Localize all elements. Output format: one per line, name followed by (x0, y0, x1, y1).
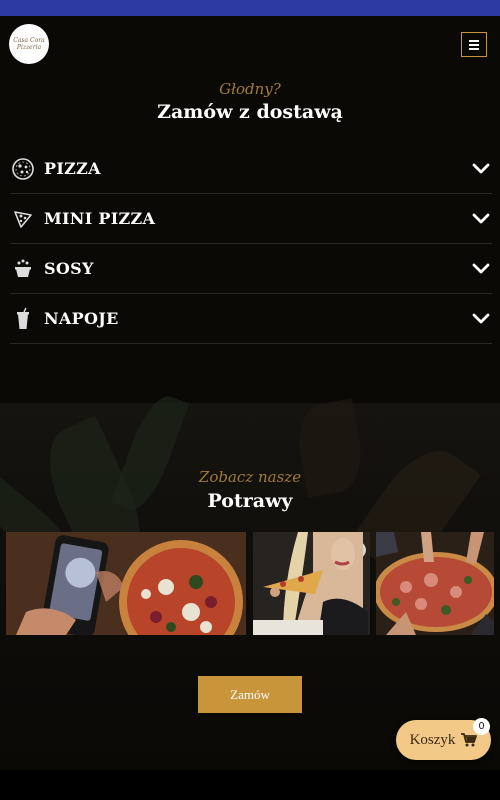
pizza-phone-photo[interactable] (6, 532, 246, 635)
hamburger-menu-button[interactable] (461, 32, 487, 57)
pizza-icon (10, 156, 36, 182)
pizza-sharing-photo[interactable] (376, 532, 494, 635)
order-kicker: Głodny? (219, 80, 281, 98)
chevron-down-icon[interactable] (472, 210, 490, 228)
category-label: NAPOJE (44, 309, 119, 328)
category-napoje[interactable]: NAPOJE (10, 294, 492, 344)
category-pizza[interactable]: PIZZA (10, 144, 492, 194)
sauce-icon (10, 256, 36, 282)
hamburger-icon-bar (469, 43, 479, 46)
chevron-down-icon[interactable] (472, 260, 490, 278)
gallery-kicker: Zobacz nasze (198, 468, 302, 486)
category-label: MINI PIZZA (44, 209, 156, 228)
pizza-eating-photo[interactable] (253, 532, 370, 635)
cart-count-badge: 0 (473, 718, 490, 735)
cart-label: Koszyk (409, 731, 456, 748)
page: Casa Cora Pizzeria Głodny? Zamów z dosta… (0, 16, 500, 770)
category-label: SOSY (44, 259, 94, 278)
bottom-bar (0, 770, 500, 800)
logo-text: Casa Cora Pizzeria (13, 37, 45, 51)
category-mini-pizza[interactable]: MINI PIZZA (10, 194, 492, 244)
gallery-title: Potrawy (207, 490, 293, 512)
order-title: Zamów z dostawą (157, 101, 343, 123)
category-label: PIZZA (44, 159, 101, 178)
pizza-slice-icon (10, 206, 36, 232)
drink-icon (10, 306, 36, 332)
hamburger-icon (469, 39, 479, 42)
category-sosy[interactable]: SOSY (10, 244, 492, 294)
status-bar (0, 0, 500, 16)
chevron-down-icon[interactable] (472, 310, 490, 328)
hamburger-icon-bar (469, 47, 479, 50)
cart-button[interactable]: Koszyk 0 (396, 718, 491, 760)
order-button[interactable]: Zamów (198, 676, 302, 713)
chevron-down-icon[interactable] (472, 160, 490, 178)
cart-icon (461, 733, 478, 747)
site-logo[interactable]: Casa Cora Pizzeria (9, 24, 49, 64)
